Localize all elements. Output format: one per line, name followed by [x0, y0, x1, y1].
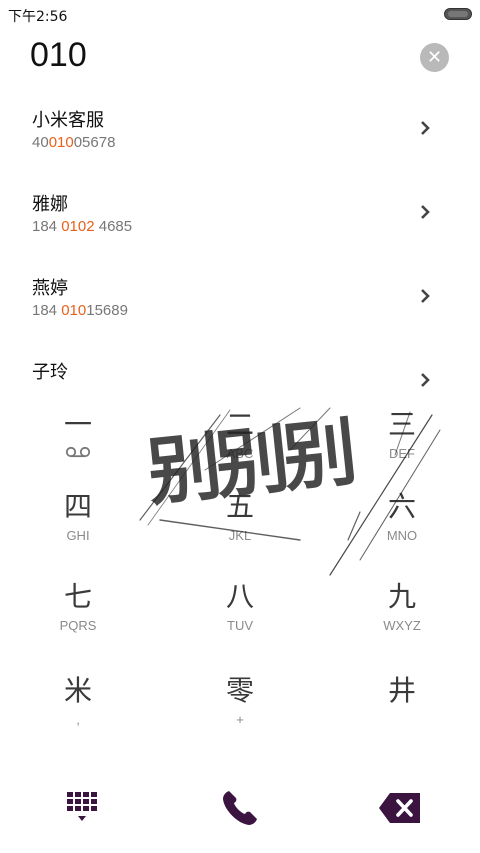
- key-letters: +: [236, 712, 244, 727]
- contact-name: 小米客服: [32, 110, 104, 131]
- key-glyph: 七: [63, 580, 92, 613]
- key-4[interactable]: 四 GHI: [8, 487, 148, 573]
- key-letters: ,: [76, 712, 80, 727]
- key-glyph: 九: [387, 580, 416, 613]
- contact-result-row[interactable]: 小米客服 4001005678: [0, 100, 480, 180]
- contact-number: 184 01015689: [32, 302, 128, 319]
- key-glyph: 八: [225, 580, 254, 613]
- chevron-right-icon: [418, 373, 432, 387]
- key-letters: MNO: [386, 528, 418, 543]
- contact-name: 雅娜: [32, 194, 68, 215]
- key-letters: TUV: [227, 618, 253, 633]
- key-5[interactable]: 五 JKL: [170, 487, 310, 573]
- key-glyph: 三: [387, 408, 416, 441]
- contact-result-row[interactable]: 燕婷 184 01015689: [0, 268, 480, 348]
- key-7[interactable]: 七 PQRS: [8, 577, 148, 663]
- key-letters: DEF: [389, 446, 415, 461]
- number-match-highlight: 010: [48, 134, 74, 151]
- key-6[interactable]: 六 MNO: [332, 487, 472, 573]
- key-letters: WXYZ: [383, 618, 421, 633]
- key-glyph: 井: [387, 674, 416, 707]
- key-1[interactable]: 一: [8, 405, 148, 491]
- key-glyph: 六: [387, 490, 416, 523]
- chevron-right-icon: [418, 205, 432, 219]
- key-3[interactable]: 三 DEF: [332, 405, 472, 491]
- backspace-icon[interactable]: [370, 778, 430, 838]
- status-bar: 下午2:56: [0, 0, 480, 28]
- dialpad: 一 二 ABC 三 DEF 四 GHI 五 JKL 六 MNO 七 PQRS 八…: [0, 400, 480, 760]
- contact-number: 184 0102 4685: [32, 218, 133, 235]
- key-glyph: 米: [63, 674, 92, 707]
- bottom-action-bar: [0, 760, 480, 853]
- clear-icon[interactable]: ✕: [420, 43, 449, 72]
- battery-icon: [444, 8, 472, 20]
- key-letters: JKL: [228, 528, 252, 543]
- key-9[interactable]: 九 WXYZ: [332, 577, 472, 663]
- phone-icon[interactable]: [210, 778, 270, 838]
- number-match-highlight: 010: [61, 302, 87, 319]
- key-0[interactable]: 零 +: [170, 671, 310, 757]
- contact-number: 4001005678: [32, 134, 116, 151]
- chevron-right-icon: [418, 121, 432, 135]
- key-glyph: 五: [225, 490, 254, 523]
- key-glyph: 四: [63, 490, 92, 523]
- contact-name: 子玲: [32, 362, 68, 383]
- key-star[interactable]: 米 ,: [8, 671, 148, 757]
- contact-name: 燕婷: [32, 278, 68, 299]
- key-glyph: 一: [63, 408, 92, 441]
- key-letters: GHI: [66, 528, 90, 543]
- key-8[interactable]: 八 TUV: [170, 577, 310, 663]
- chevron-right-icon: [418, 289, 432, 303]
- contact-result-row[interactable]: 雅娜 184 0102 4685: [0, 184, 480, 264]
- key-2[interactable]: 二 ABC: [170, 405, 310, 491]
- key-hash[interactable]: 井: [332, 671, 472, 757]
- key-letters: PQRS: [59, 618, 97, 633]
- voicemail-icon: [8, 446, 148, 461]
- key-glyph: 二: [225, 408, 254, 441]
- key-glyph: 零: [225, 674, 254, 707]
- status-time: 下午2:56: [8, 9, 68, 25]
- dial-number-display[interactable]: 010: [30, 36, 87, 75]
- key-letters: ABC: [226, 446, 254, 461]
- dialpad-icon[interactable]: [52, 778, 112, 838]
- number-match-highlight: 0102: [61, 218, 95, 235]
